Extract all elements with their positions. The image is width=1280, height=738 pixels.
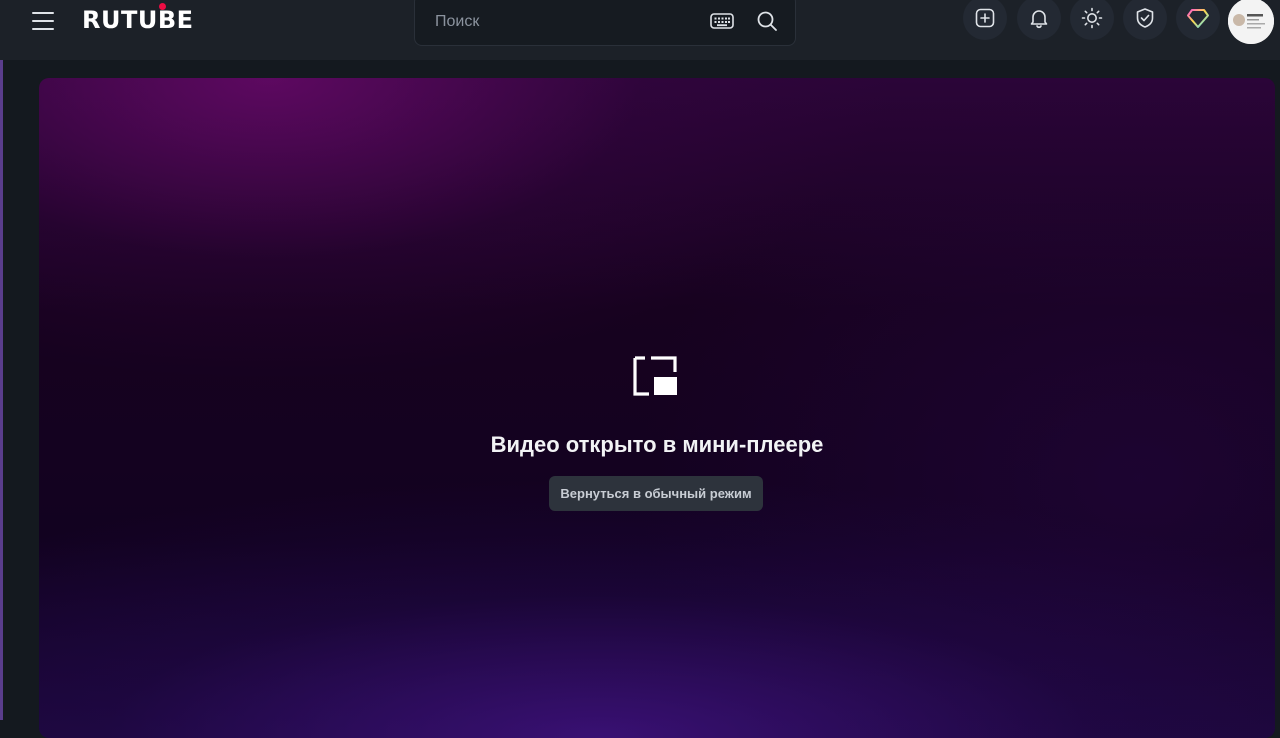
return-to-normal-mode-button[interactable]: Вернуться в обычный режим <box>549 476 763 511</box>
rutube-logo[interactable]: RUTUBE <box>82 2 194 38</box>
premium-button[interactable] <box>1176 0 1220 40</box>
diamond-icon <box>1187 9 1209 28</box>
search-icon <box>757 11 777 31</box>
menu-button[interactable] <box>26 6 60 36</box>
picture-in-picture-icon <box>633 356 677 396</box>
left-edge-strip <box>0 0 3 720</box>
avatar[interactable] <box>1228 0 1274 44</box>
theme-toggle-button[interactable] <box>1070 0 1114 40</box>
sun-icon <box>1081 7 1103 29</box>
add-video-icon <box>975 8 995 28</box>
top-header: RUTUBE <box>0 0 1280 60</box>
safe-mode-button[interactable] <box>1123 0 1167 40</box>
mini-player-message: Видео открыто в мини-плеере <box>490 432 824 457</box>
shield-check-icon <box>1136 8 1154 28</box>
notifications-button[interactable] <box>1017 0 1061 40</box>
keyboard-icon <box>710 13 734 29</box>
upload-button[interactable] <box>963 0 1007 40</box>
logo-text: RUTUBE <box>82 6 194 34</box>
logo-dot <box>159 3 166 10</box>
keyboard-button[interactable] <box>709 9 735 33</box>
bell-icon <box>1030 10 1048 29</box>
search-input[interactable] <box>433 3 697 41</box>
avatar-image <box>1228 0 1274 44</box>
search-button[interactable] <box>755 9 779 33</box>
search-bar <box>414 0 796 46</box>
video-player-placeholder: Видео открыто в мини-плеере Вернуться в … <box>39 78 1275 738</box>
